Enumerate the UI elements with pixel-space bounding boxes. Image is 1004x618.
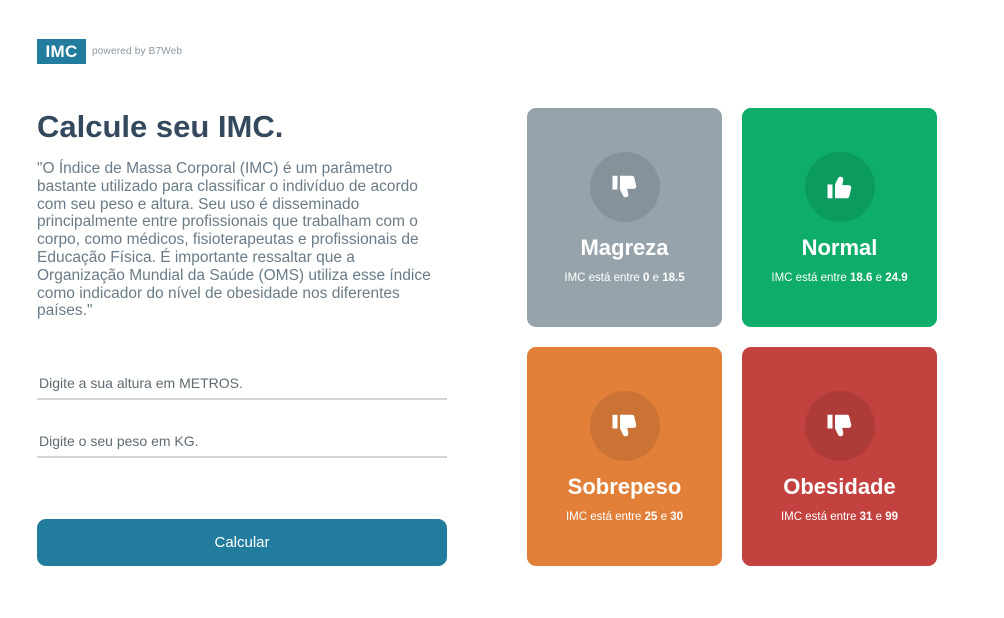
calculate-button[interactable]: Calcular — [37, 519, 447, 566]
description-text: "O Índice de Massa Corporal (IMC) é um p… — [37, 160, 431, 320]
card-magreza[interactable]: Magreza IMC está entre 0 e 18.5 — [527, 108, 722, 327]
header: IMC powered by B7Web — [37, 39, 182, 64]
card-range: IMC está entre 0 e 18.5 — [564, 272, 685, 284]
card-title: Sobrepeso — [567, 474, 682, 499]
thumbs-down-icon — [589, 152, 660, 222]
weight-field — [37, 426, 447, 458]
weight-input[interactable] — [37, 426, 447, 456]
height-field — [37, 368, 447, 400]
card-title: Normal — [801, 235, 878, 260]
imc-categories-grid: Magreza IMC está entre 0 e 18.5 Normal I… — [527, 108, 937, 566]
page-title: Calcule seu IMC. — [37, 109, 284, 144]
card-obesidade[interactable]: Obesidade IMC está entre 31 e 99 — [742, 347, 937, 566]
card-title: Obesidade — [783, 474, 896, 499]
powered-by-text: powered by B7Web — [92, 46, 183, 57]
thumbs-up-icon — [804, 152, 875, 222]
intro-section: Calcule seu IMC. "O Índice de Massa Corp… — [37, 108, 447, 320]
logo: IMC — [37, 39, 86, 64]
card-range: IMC está entre 31 e 99 — [780, 511, 898, 523]
card-normal[interactable]: Normal IMC está entre 18.6 e 24.9 — [742, 108, 937, 327]
card-range: IMC está entre 18.6 e 24.9 — [771, 272, 908, 284]
card-title: Magreza — [580, 235, 669, 260]
height-input[interactable] — [37, 368, 447, 398]
thumbs-down-icon — [589, 391, 660, 461]
card-range: IMC está entre 25 e 30 — [565, 511, 683, 523]
thumbs-down-icon — [804, 391, 875, 461]
card-sobrepeso[interactable]: Sobrepeso IMC está entre 25 e 30 — [527, 347, 722, 566]
